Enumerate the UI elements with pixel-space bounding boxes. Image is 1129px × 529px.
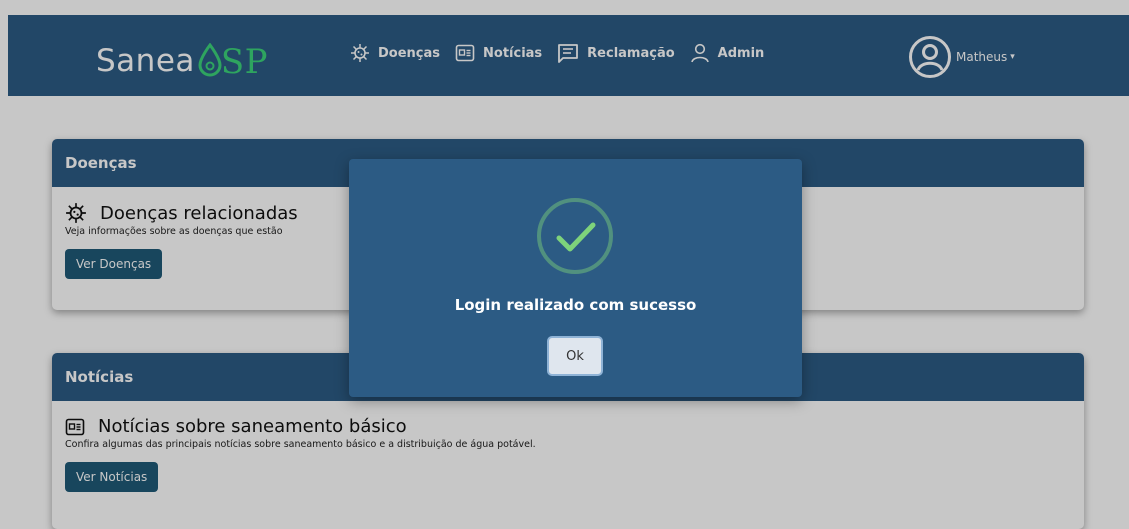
check-circle-icon xyxy=(537,198,613,274)
success-dialog: Login realizado com sucesso Ok xyxy=(349,159,802,397)
ok-button[interactable]: Ok xyxy=(547,336,603,376)
dialog-title: Login realizado com sucesso xyxy=(454,296,697,314)
